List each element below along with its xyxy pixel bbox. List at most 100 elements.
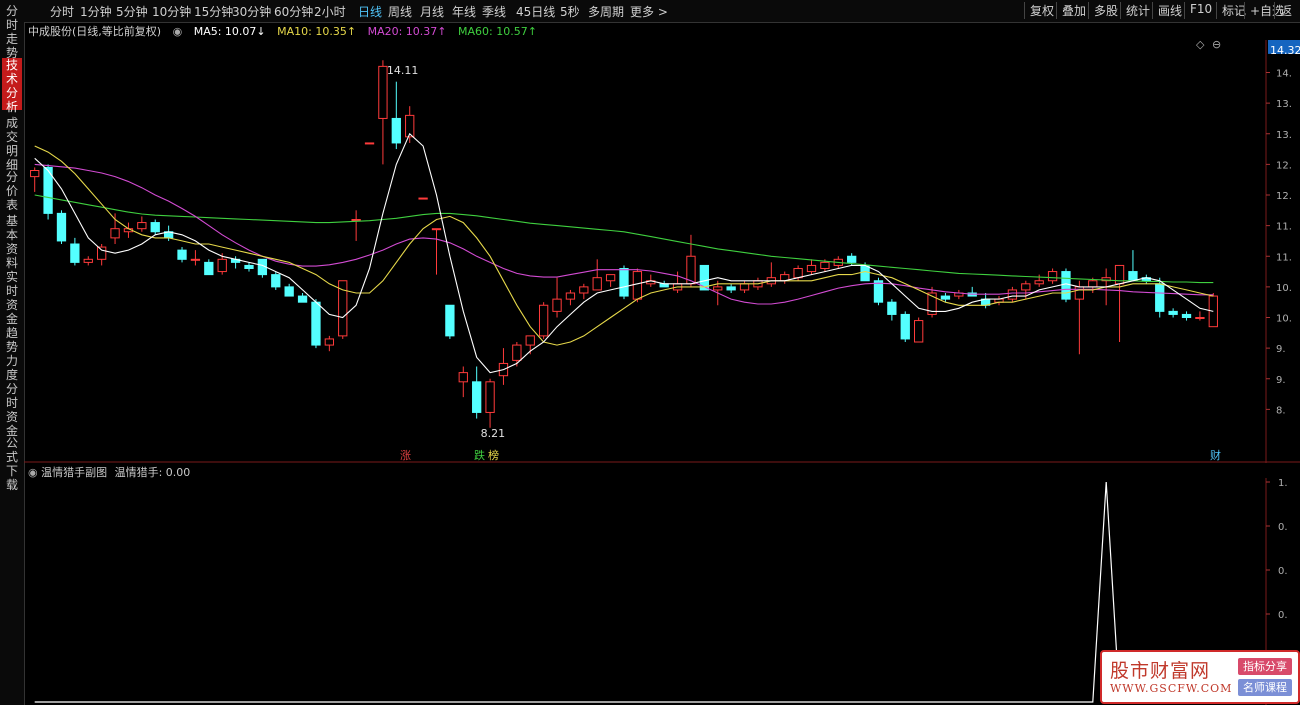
toolbar-button-1[interactable]: 叠加 (1056, 2, 1086, 19)
candle (806, 259, 817, 275)
toolbar-button-2[interactable]: 多股 (1088, 2, 1118, 19)
candle-body (820, 261, 830, 269)
candle (83, 256, 93, 266)
candle (297, 293, 308, 303)
toolbar-button-6[interactable]: 标记 (1216, 2, 1246, 19)
candle-body (150, 222, 160, 233)
toolbar-button-8[interactable]: 返 (1274, 2, 1292, 19)
side-tab-3[interactable]: 分价表 (2, 170, 22, 212)
toolbar-button-4[interactable]: 画线 (1152, 2, 1182, 19)
candle-body (458, 372, 468, 383)
sub-tick-label: 0. (1278, 610, 1288, 621)
candle-body (204, 261, 214, 276)
candle-body (311, 301, 321, 346)
candle (605, 274, 616, 287)
candle (619, 265, 629, 300)
candle-body (632, 271, 643, 300)
price-tick-label: 14. (1276, 69, 1292, 80)
toolbar-button-3[interactable]: 统计 (1120, 2, 1150, 19)
legend-ma60: MA60: 10.57↑ (458, 25, 537, 38)
side-tab-2[interactable]: 成交明细 (2, 116, 22, 172)
period-tab-15[interactable]: 多周期 (588, 3, 624, 20)
period-tab-7[interactable]: 2小时 (314, 3, 346, 20)
candle (780, 271, 790, 284)
candle-body (418, 197, 428, 200)
candle (244, 262, 254, 272)
candle-body (1088, 280, 1098, 288)
candle-body (217, 258, 227, 273)
candle-body (391, 117, 401, 144)
period-tab-11[interactable]: 年线 (452, 3, 476, 20)
period-tab-4[interactable]: 15分钟 (194, 3, 233, 20)
candle (1195, 311, 1205, 321)
side-tab-1[interactable]: 技术分析 (2, 58, 22, 114)
candle-body (284, 286, 294, 297)
candle (351, 210, 361, 241)
period-tab-9[interactable]: 周线 (388, 3, 412, 20)
candle-body (137, 222, 147, 230)
candle-body (351, 219, 361, 221)
candle-body (1061, 271, 1071, 300)
candle-body (70, 243, 80, 263)
candle-body (378, 65, 388, 119)
period-tab-8[interactable]: 日线 (358, 3, 382, 20)
candle (686, 234, 696, 287)
candle-body (592, 277, 602, 291)
price-tick-label: 10. (1276, 314, 1292, 325)
period-tab-16[interactable]: 更多 > (630, 3, 668, 20)
candle (378, 60, 388, 165)
period-tab-1[interactable]: 1分钟 (80, 3, 112, 20)
candle (364, 142, 375, 145)
event-marker-2[interactable]: 榜 (488, 448, 499, 462)
side-tab-6[interactable]: 趋势力度 (2, 326, 22, 382)
period-tab-0[interactable]: 分时 (50, 3, 74, 20)
side-tab-4[interactable]: 基本资料 (2, 214, 22, 270)
candle (472, 366, 482, 419)
period-tab-6[interactable]: 60分钟 (274, 3, 313, 20)
candle (672, 271, 683, 293)
candle (1074, 280, 1085, 355)
period-tab-12[interactable]: 季线 (482, 3, 506, 20)
price-tick-label: 9. (1276, 375, 1286, 386)
low-price-label: 8.21 (481, 427, 506, 440)
price-tick-label: 13. (1276, 99, 1292, 110)
period-tab-3[interactable]: 10分钟 (152, 3, 191, 20)
side-tab-0[interactable]: 分时走势 (2, 4, 22, 60)
event-marker-3[interactable]: 财 (1210, 448, 1221, 462)
candle-body (913, 320, 924, 343)
side-tab-5[interactable]: 实时资金 (2, 270, 22, 326)
side-tab-7[interactable]: 分时资金 (2, 382, 22, 438)
candle-body (297, 295, 308, 303)
candlestick-chart[interactable]: 14. 13. 13. 12. 12. 11. 11. 10. 10. 9. 9. 8. 14.32 ◇ ⊖… (24, 40, 1300, 463)
legend-toggle-icon[interactable]: ◉ (173, 25, 183, 38)
candle-body (1155, 283, 1165, 312)
period-tab-14[interactable]: 5秒 (560, 3, 580, 20)
collapse-icon[interactable]: ⊖ (1212, 40, 1221, 51)
toolbar-button-5[interactable]: F10 (1184, 2, 1212, 19)
event-marker-1[interactable]: 跌 (474, 448, 485, 462)
candle-body (512, 344, 522, 361)
period-tab-5[interactable]: 30分钟 (232, 3, 271, 20)
candle (913, 317, 924, 343)
candle (271, 271, 281, 290)
watermark-logo: 股市财富网 WWW.GSCFW.COM 指标分享 名师课程 (1100, 650, 1300, 704)
event-marker-0[interactable]: 涨 (400, 449, 411, 462)
diamond-icon[interactable]: ◇ (1196, 40, 1205, 51)
ma10-line (34, 145, 1214, 346)
candle (56, 210, 67, 244)
candle-body (900, 313, 910, 340)
period-tab-10[interactable]: 月线 (420, 3, 444, 20)
candle-body (1034, 280, 1044, 285)
period-tab-13[interactable]: 45日线 (516, 3, 555, 20)
watermark-url: WWW.GSCFW.COM (1110, 682, 1233, 695)
side-tab-8[interactable]: 公式下载 (2, 436, 22, 492)
candle (70, 237, 80, 266)
candle (137, 216, 147, 232)
candle-body (56, 212, 67, 242)
candle-body (605, 274, 616, 282)
toolbar-button-0[interactable]: 复权 (1024, 2, 1054, 19)
candle-body (579, 286, 589, 294)
legend-ma20: MA20: 10.37↑ (367, 25, 447, 38)
period-tab-2[interactable]: 5分钟 (116, 3, 148, 20)
candle (552, 277, 562, 318)
